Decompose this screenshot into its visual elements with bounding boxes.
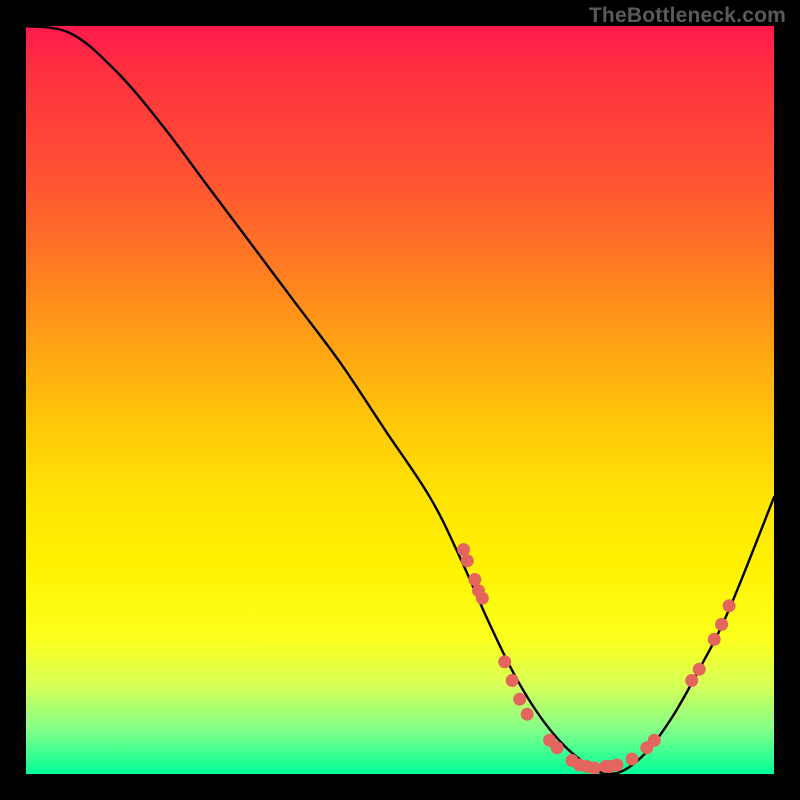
curve-marker [476, 592, 489, 605]
curve-marker [685, 674, 698, 687]
curve-marker [625, 753, 638, 766]
curve-marker [521, 708, 534, 721]
curve-marker [457, 543, 470, 556]
chart-plot-area [26, 26, 774, 774]
curve-marker [723, 599, 736, 612]
curve-marker [513, 693, 526, 706]
curve-marker [506, 674, 519, 687]
curve-marker [551, 741, 564, 754]
bottleneck-curve [26, 26, 774, 774]
curve-marker [715, 618, 728, 631]
curve-marker [648, 734, 661, 747]
curve-marker [468, 573, 481, 586]
curve-marker [693, 663, 706, 676]
curve-marker [708, 633, 721, 646]
curve-svg [26, 26, 774, 774]
watermark-text: TheBottleneck.com [589, 4, 786, 28]
curve-marker [588, 762, 601, 775]
curve-marker [461, 554, 474, 567]
curve-marker [498, 655, 511, 668]
curve-markers [457, 543, 735, 774]
curve-marker [610, 759, 623, 772]
